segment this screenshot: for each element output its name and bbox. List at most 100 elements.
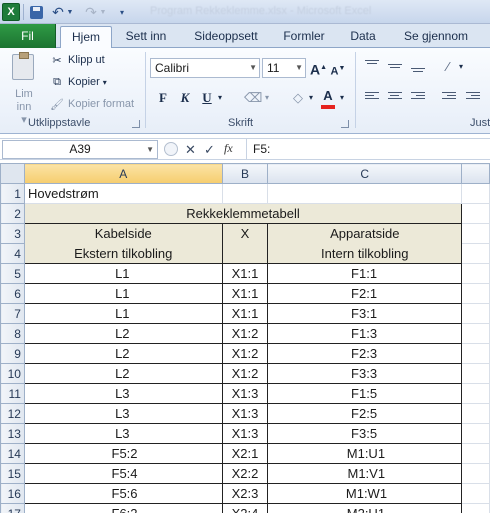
font-name-select[interactable]: Calibri ▼ xyxy=(150,58,260,78)
row-header[interactable]: 4 xyxy=(0,243,25,264)
customize-qat-icon[interactable]: ▾ xyxy=(117,3,127,21)
cell-d[interactable] xyxy=(461,383,490,404)
row-header[interactable]: 6 xyxy=(0,283,25,304)
header-cable-side[interactable]: Kabelside xyxy=(23,223,223,244)
terminal-cell[interactable]: X1:3 xyxy=(221,423,269,444)
cable-side-cell[interactable]: L2 xyxy=(23,343,223,364)
copy-dropdown-icon[interactable]: ▾ xyxy=(103,78,107,87)
header-external-connection[interactable]: Ekstern tilkobling xyxy=(23,243,223,264)
tab-insert[interactable]: Sett inn xyxy=(118,26,174,48)
tab-review[interactable]: Se gjennom xyxy=(396,26,476,48)
format-painter-button[interactable]: 🖌 Kopier format xyxy=(50,97,134,111)
cell-d[interactable] xyxy=(461,483,490,504)
font-size-select[interactable]: 11 ▼ xyxy=(262,58,306,78)
device-side-cell[interactable]: M1:U1 xyxy=(267,443,463,464)
cell-d[interactable] xyxy=(461,423,490,444)
row-header[interactable]: 2 xyxy=(0,203,25,224)
header-device-side[interactable]: Apparatside xyxy=(267,223,463,244)
cable-side-cell[interactable]: L2 xyxy=(23,323,223,344)
row-header[interactable]: 12 xyxy=(0,403,25,424)
row-header[interactable]: 5 xyxy=(0,263,25,284)
copy-button[interactable]: ⧉ Kopier ▾ xyxy=(50,75,107,89)
orientation-icon[interactable]: ⁄ xyxy=(440,58,456,76)
enter-icon[interactable]: ✓ xyxy=(204,141,215,158)
underline-dropdown-icon[interactable]: ▾ xyxy=(215,89,225,107)
cell-d4[interactable] xyxy=(461,243,490,264)
header-x[interactable]: X xyxy=(221,223,269,244)
device-side-cell[interactable]: F1:5 xyxy=(267,383,463,404)
row-header[interactable]: 8 xyxy=(0,323,25,344)
align-right-icon[interactable] xyxy=(411,92,425,103)
cell-d3[interactable] xyxy=(461,223,490,244)
cable-side-cell[interactable]: L1 xyxy=(23,283,223,304)
terminal-cell[interactable]: X1:2 xyxy=(221,323,269,344)
save-icon[interactable] xyxy=(28,3,44,21)
cable-side-cell[interactable]: F6:2 xyxy=(23,503,223,513)
row-header[interactable]: 9 xyxy=(0,343,25,364)
undo-icon[interactable]: ↶ xyxy=(51,3,65,21)
clipboard-launcher-icon[interactable] xyxy=(132,120,140,128)
cable-side-cell[interactable]: F5:6 xyxy=(23,483,223,504)
cell-d[interactable] xyxy=(461,323,490,344)
row-header[interactable]: 7 xyxy=(0,303,25,324)
tab-file[interactable]: Fil xyxy=(0,24,56,48)
cable-side-cell[interactable]: L1 xyxy=(23,303,223,324)
cell-d[interactable] xyxy=(461,363,490,384)
undo-dropdown-icon[interactable]: ▼ xyxy=(66,3,74,21)
terminal-cell[interactable]: X2:2 xyxy=(221,463,269,484)
tab-page-layout[interactable]: Sideoppsett xyxy=(186,26,266,48)
align-top-icon[interactable] xyxy=(365,60,379,71)
device-side-cell[interactable]: M2:U1 xyxy=(267,503,463,513)
cable-side-cell[interactable]: L3 xyxy=(23,383,223,404)
device-side-cell[interactable]: F3:1 xyxy=(267,303,463,324)
row-header[interactable]: 16 xyxy=(0,483,25,504)
terminal-cell[interactable]: X1:1 xyxy=(221,283,269,304)
row-header[interactable]: 13 xyxy=(0,423,25,444)
row-header[interactable]: 1 xyxy=(0,183,25,204)
font-color-dropdown-icon[interactable]: ▾ xyxy=(337,89,347,107)
cell-d1[interactable] xyxy=(461,183,490,204)
eraser-icon[interactable]: ⌫ xyxy=(244,89,262,107)
terminal-cell[interactable]: X1:2 xyxy=(221,343,269,364)
terminal-cell[interactable]: X2:4 xyxy=(221,503,269,513)
cell-d[interactable] xyxy=(461,443,490,464)
cable-side-cell[interactable]: F5:2 xyxy=(23,443,223,464)
header-internal-connection[interactable]: Intern tilkobling xyxy=(267,243,463,264)
orientation-dropdown-icon[interactable]: ▾ xyxy=(456,58,466,76)
device-side-cell[interactable]: F3:5 xyxy=(267,423,463,444)
row-header[interactable]: 15 xyxy=(0,463,25,484)
row-header[interactable]: 17 xyxy=(0,503,25,513)
italic-button[interactable]: K xyxy=(177,89,193,107)
insert-function-button[interactable]: fx xyxy=(224,141,233,156)
cell-d[interactable] xyxy=(461,343,490,364)
device-side-cell[interactable]: F1:1 xyxy=(267,263,463,284)
shrink-font-button[interactable]: A▼ xyxy=(330,60,346,78)
cell-d[interactable] xyxy=(461,283,490,304)
table-title-cell[interactable]: Rekkeklemmetabell xyxy=(23,203,463,224)
cell-d[interactable] xyxy=(461,463,490,484)
terminal-cell[interactable]: X1:3 xyxy=(221,403,269,424)
device-side-cell[interactable]: F2:3 xyxy=(267,343,463,364)
column-header-c[interactable]: C xyxy=(267,163,463,184)
name-box[interactable]: A39 ▼ xyxy=(2,140,158,159)
row-header[interactable]: 14 xyxy=(0,443,25,464)
cable-side-cell[interactable]: L3 xyxy=(23,423,223,444)
header-x-blank[interactable] xyxy=(221,243,269,264)
tab-data[interactable]: Data xyxy=(340,26,386,48)
device-side-cell[interactable]: F1:3 xyxy=(267,323,463,344)
cell-d[interactable] xyxy=(461,503,490,513)
terminal-cell[interactable]: X1:1 xyxy=(221,303,269,324)
grow-font-button[interactable]: A▲ xyxy=(310,59,327,78)
borders-dropdown-icon[interactable]: ▾ xyxy=(262,89,272,107)
align-center-icon[interactable] xyxy=(388,92,402,103)
column-header-a[interactable]: A xyxy=(23,163,223,184)
terminal-cell[interactable]: X1:2 xyxy=(221,363,269,384)
cancel-icon[interactable]: ✕ xyxy=(185,141,196,158)
cell-d[interactable] xyxy=(461,403,490,424)
cell-b1[interactable] xyxy=(222,183,269,204)
column-header-d[interactable] xyxy=(461,163,490,184)
terminal-cell[interactable]: X2:1 xyxy=(221,443,269,464)
underline-button[interactable]: U xyxy=(199,89,215,107)
terminal-cell[interactable]: X1:1 xyxy=(221,263,269,284)
increase-indent-icon[interactable] xyxy=(466,92,480,103)
